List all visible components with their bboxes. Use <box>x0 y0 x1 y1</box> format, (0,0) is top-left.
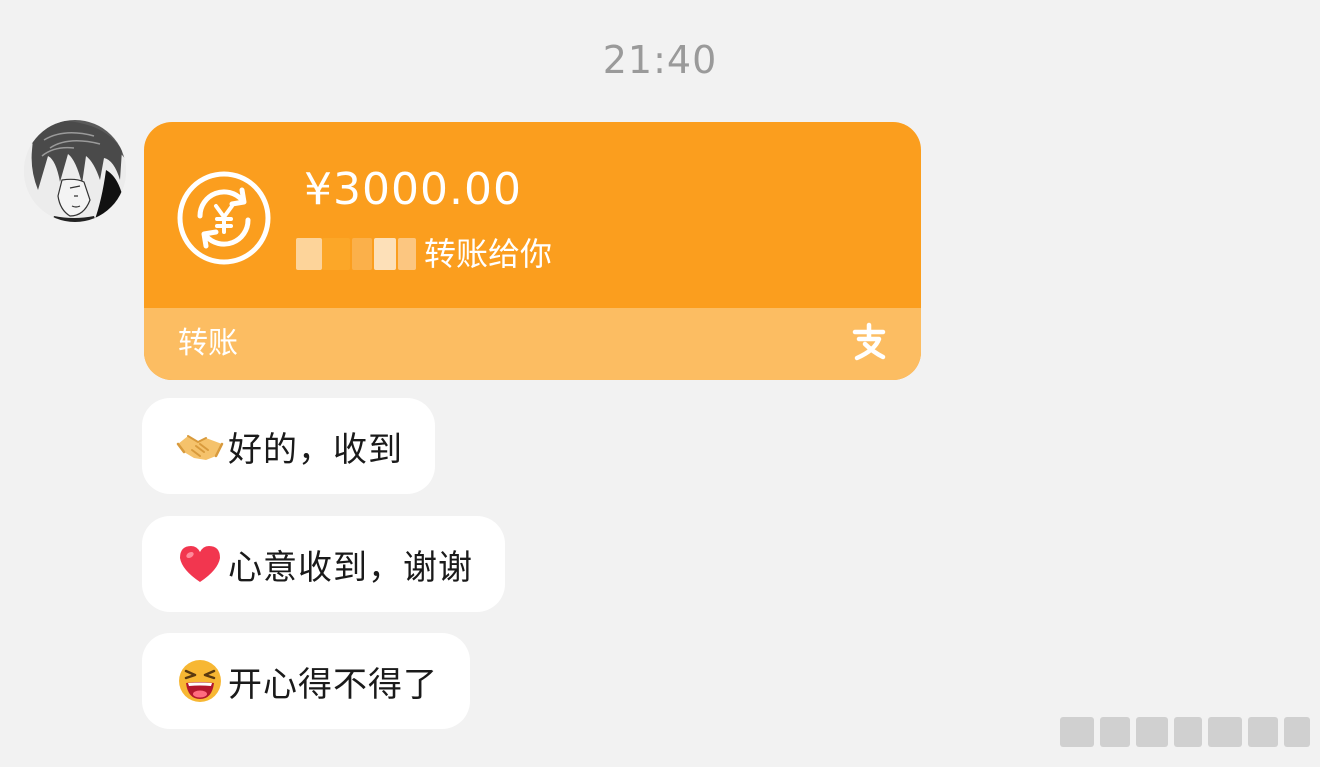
transfer-card-footer: 转账 <box>144 308 921 380</box>
watermark-block <box>1208 717 1242 747</box>
transfer-sender-text: 转账给你 <box>424 235 553 273</box>
transfer-card-body: ¥3000.00 转账给你 <box>144 122 921 308</box>
watermark-block <box>1174 717 1202 747</box>
message-text: 开心得不得了 <box>228 664 438 705</box>
handshake-emoji <box>176 422 224 470</box>
redacted-name-block <box>296 238 322 270</box>
message-bubble[interactable]: 开心得不得了 <box>142 633 470 729</box>
message-text: 好的，收到 <box>228 429 403 470</box>
message-bubble[interactable]: 好的，收到 <box>142 398 435 494</box>
redacted-name-block <box>322 238 350 270</box>
sender-avatar[interactable] <box>24 120 126 222</box>
watermark <box>1060 713 1310 751</box>
transfer-type-label: 转账 <box>178 326 238 361</box>
redacted-name-block <box>374 238 396 270</box>
watermark-block <box>1136 717 1168 747</box>
message-bubble[interactable]: 心意收到，谢谢 <box>142 516 505 612</box>
watermark-block <box>1060 717 1094 747</box>
redacted-name-block <box>352 238 372 270</box>
watermark-block <box>1248 717 1278 747</box>
message-timestamp: 21:40 <box>602 38 718 82</box>
redacted-name-block <box>398 238 416 270</box>
yuan-transfer-icon <box>176 170 272 266</box>
laughing-face-emoji <box>176 657 224 705</box>
watermark-block <box>1100 717 1130 747</box>
transfer-amount: ¥3000.00 <box>304 164 522 215</box>
transfer-sender-line: 转账给你 <box>296 232 556 276</box>
message-text: 心意收到，谢谢 <box>228 547 473 588</box>
transfer-card[interactable]: ¥3000.00 转账给你 转账 <box>144 122 921 380</box>
avatar-illustration <box>24 120 126 222</box>
alipay-icon <box>849 322 889 362</box>
watermark-block <box>1284 717 1310 747</box>
heart-emoji <box>176 540 224 588</box>
